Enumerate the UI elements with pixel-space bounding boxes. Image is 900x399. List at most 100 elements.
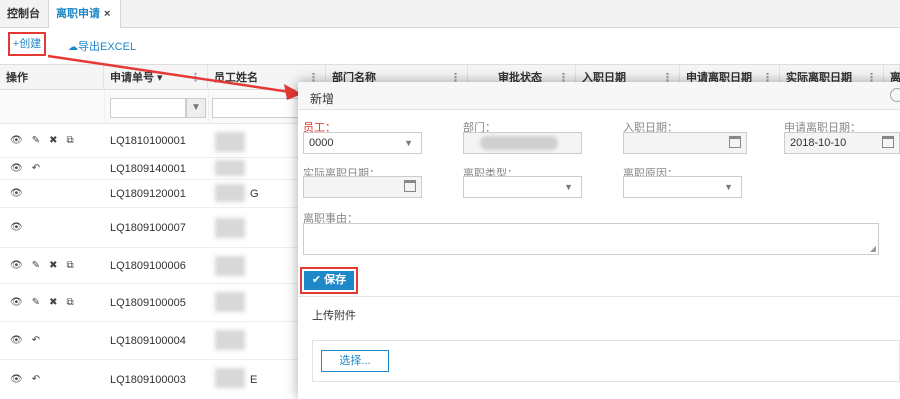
col-header-ops[interactable]: 操作 [0,65,104,91]
tab-bar: 控制台 离职申请 × [0,0,900,29]
chevron-down-icon: ▼ [404,138,413,148]
eye-icon[interactable]: 👁 [10,260,23,271]
external-link-icon[interactable]: ⧉ [66,135,73,146]
type-select[interactable]: ▼ [463,176,582,198]
row-actions: 👁 ✎ ✖ ⧉ [10,248,74,283]
employee-value: 0000 [309,137,334,149]
row-actions: 👁 [10,208,23,247]
undo-icon[interactable]: ↶ [32,335,40,346]
save-button[interactable]: ✔ 保存 [304,271,354,290]
col-header-label: 操作 [6,72,28,84]
redacted-name [215,160,245,176]
col-header-label: 申请单号 ▾ [110,72,163,84]
table-row[interactable]: 👁 ✎ ✖ ⧉ LQ1809100005 [0,284,300,322]
row-actions: 👁 ↶ [10,322,40,359]
redacted-name [215,330,245,350]
delete-icon[interactable]: ✖ [49,135,57,146]
eye-icon[interactable]: 👁 [10,135,23,146]
undo-icon[interactable]: ↶ [32,163,40,174]
redacted-name [215,368,245,388]
eye-icon[interactable]: 👁 [10,163,23,174]
col-header-no[interactable]: 申请单号 ▾ ⋮ [104,65,208,91]
external-link-icon[interactable]: ⧉ [66,260,73,271]
pencil-icon[interactable]: ✎ [32,297,40,308]
row-number[interactable]: LQ1810100001 [110,124,186,157]
close-icon[interactable] [890,88,900,102]
table-row[interactable]: 👁 LQ1809120001 G [0,180,300,208]
eye-icon[interactable]: 👁 [10,335,23,346]
dialog-title: 新增 [310,92,335,106]
export-excel-label: 导出EXCEL [78,41,137,53]
cause-textarea[interactable]: ◢ [303,223,879,255]
eye-icon[interactable]: 👁 [10,297,23,308]
choose-file-button[interactable]: 选择... [321,350,389,372]
cloud-download-icon: ☁ [68,42,78,53]
table-row[interactable]: 👁 LQ1809100007 [0,208,300,248]
undo-icon[interactable]: ↶ [32,374,40,385]
row-number[interactable]: LQ1809120001 [110,180,186,207]
reason-select[interactable]: ▼ [623,176,742,198]
row-actions: 👁 ✎ ✖ ⧉ [10,284,74,321]
row-number[interactable]: LQ1809140001 [110,158,186,179]
calendar-icon[interactable] [729,136,741,148]
row-number[interactable]: LQ1809100003 [110,360,186,399]
new-dialog: 新增 员工： 0000 ▼ 部门： 入职日期： 申请离职日期： 2018-10-… [298,82,900,399]
column-menu-icon[interactable]: ⋮ [190,65,201,91]
row-actions: 👁 ↶ [10,158,40,179]
row-name-suffix: E [250,373,258,386]
redacted-name [215,256,245,276]
dept-field [463,132,582,154]
dialog-header: 新增 [298,82,900,110]
eye-icon[interactable]: 👁 [10,188,23,199]
table-row[interactable]: 👁 ↶ LQ1809100003 E [0,360,300,399]
filter-name-input[interactable] [212,98,302,118]
pencil-icon[interactable]: ✎ [32,260,40,271]
hire-date-field[interactable] [623,132,747,154]
actual-date-field[interactable] [303,176,422,198]
table-row[interactable]: 👁 ↶ LQ1809140001 [0,158,300,180]
chevron-down-icon: ▼ [724,182,733,192]
eye-icon[interactable]: 👁 [10,374,23,385]
redacted-dept [480,136,558,150]
divider [298,296,900,297]
row-actions: 👁 [10,180,23,207]
tab-resignation[interactable]: 离职申请 × [49,0,121,29]
table-row[interactable]: 👁 ↶ LQ1809100004 [0,322,300,360]
close-icon[interactable]: × [104,8,110,20]
redacted-name [215,132,245,152]
eye-icon[interactable]: 👁 [10,222,23,233]
row-number[interactable]: LQ1809100005 [110,284,186,321]
calendar-icon[interactable] [404,180,416,192]
tab-resignation-label: 离职申请 [56,8,100,20]
row-actions: 👁 ✎ ✖ ⧉ [10,124,74,157]
save-highlight: ✔ 保存 [300,267,358,294]
row-number[interactable]: LQ1809100004 [110,322,186,359]
row-actions: 👁 ↶ [10,360,40,399]
row-number[interactable]: LQ1809100007 [110,208,186,247]
employee-select[interactable]: 0000 ▼ [303,132,422,154]
create-button[interactable]: +创建 [8,32,46,56]
table-row[interactable]: 👁 ✎ ✖ ⧉ LQ1810100001 [0,124,300,158]
resize-handle-icon[interactable]: ◢ [870,244,876,253]
export-excel-button[interactable]: ☁导出EXCEL [68,38,136,54]
filter-no-input[interactable] [110,98,186,118]
row-name-suffix: G [250,187,259,200]
row-number[interactable]: LQ1809100006 [110,248,186,283]
pencil-icon[interactable]: ✎ [32,135,40,146]
delete-icon[interactable]: ✖ [49,297,57,308]
filter-icon[interactable]: ▼ [186,98,206,118]
redacted-name [215,292,245,312]
apply-date-field[interactable]: 2018-10-10 [784,132,900,154]
redacted-name [215,184,245,202]
delete-icon[interactable]: ✖ [49,260,57,271]
calendar-icon[interactable] [882,136,894,148]
redacted-name [215,218,245,238]
tab-dashboard[interactable]: 控制台 [0,0,49,28]
col-header-label: 员工姓名 [214,72,258,84]
toolbar: +创建 ☁导出EXCEL [0,28,900,64]
table-row[interactable]: 👁 ✎ ✖ ⧉ LQ1809100006 [0,248,300,284]
chevron-down-icon: ▼ [564,182,573,192]
attach-area: 选择... [312,340,900,382]
external-link-icon[interactable]: ⧉ [66,297,73,308]
apply-date-value: 2018-10-10 [790,137,847,149]
